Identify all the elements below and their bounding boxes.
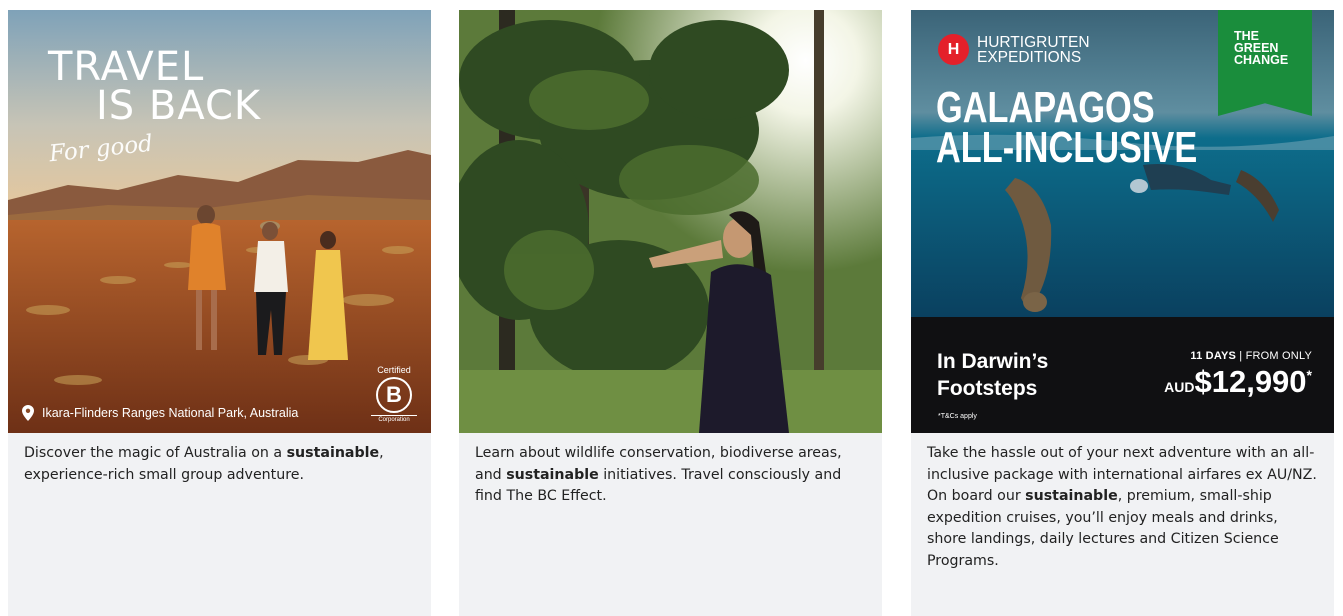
green-change-badge: THE GREEN CHANGE — [1218, 10, 1312, 116]
australia-promo-image[interactable]: TRAVEL IS BACK For good Ikara-Flinders R… — [8, 10, 431, 433]
price-currency: AUD — [1164, 379, 1195, 395]
offer-band: In Darwin’s Footsteps *T&Cs apply 11 DAY… — [911, 317, 1334, 433]
b-corp-corporation-text: Corporation — [371, 415, 417, 423]
price-value: $12,990 — [1194, 364, 1307, 399]
brand-name-line-2: EXPEDITIONS — [977, 48, 1082, 66]
promo-card-galapagos[interactable]: H HURTIGRUTEN EXPEDITIONS THE GREEN CHAN… — [911, 10, 1334, 616]
map-pin-icon — [22, 405, 34, 421]
offer-price: AUD$12,990* — [1164, 364, 1312, 400]
caption-text: Discover the magic of Australia on a — [24, 445, 287, 461]
caption-bold-text: sustainable — [286, 445, 380, 461]
headline-line-2: IS BACK — [96, 83, 262, 129]
caption-bold-text: sustainable — [1025, 488, 1118, 504]
brand-name-line-1: HURTIGRUTEN — [977, 33, 1090, 51]
galapagos-promo-image[interactable]: H HURTIGRUTEN EXPEDITIONS THE GREEN CHAN… — [911, 10, 1334, 433]
hurtigruten-logo: H HURTIGRUTEN EXPEDITIONS — [938, 34, 1090, 65]
conservation-promo-image[interactable] — [459, 10, 882, 433]
b-corp-badge: Certified B Corporation — [371, 365, 417, 423]
duration-days: 11 DAYS — [1190, 350, 1237, 362]
card-caption: Discover the magic of Australia on a sus… — [8, 433, 431, 486]
promo-card-conservation[interactable]: Learn about wildlife conservation, biodi… — [459, 10, 882, 616]
location-text: Ikara-Flinders Ranges National Park, Aus… — [42, 406, 299, 420]
offer-title: In Darwin’s Footsteps — [937, 350, 1049, 400]
terms-note: *T&Cs apply — [938, 413, 977, 420]
caption-bold-text: sustainable — [506, 466, 599, 483]
location-label: Ikara-Flinders Ranges National Park, Aus… — [22, 405, 298, 421]
promo-card-grid: TRAVEL IS BACK For good Ikara-Flinders R… — [0, 0, 1343, 616]
from-only-label: FROM ONLY — [1245, 350, 1312, 362]
headline-line-2: ALL-INCLUSIVE — [936, 123, 1198, 172]
hurtigruten-logo-icon: H — [938, 34, 969, 65]
promo-card-australia[interactable]: TRAVEL IS BACK For good Ikara-Flinders R… — [8, 10, 431, 616]
card-caption: Take the hassle out of your next adventu… — [911, 433, 1334, 572]
galapagos-headline: GALAPAGOS ALL-INCLUSIVE — [936, 83, 1198, 172]
b-corp-certified-text: Certified — [377, 365, 411, 375]
price-asterisk: * — [1306, 367, 1312, 383]
b-corp-logo-icon: B — [376, 377, 412, 413]
travel-is-back-headline: TRAVEL IS BACK — [48, 47, 262, 129]
green-badge-line-3: CHANGE — [1234, 53, 1289, 67]
offer-duration: 11 DAYS | FROM ONLY — [1190, 350, 1312, 362]
card-caption: Learn about wildlife conservation, biodi… — [459, 433, 882, 508]
forest-scene — [459, 10, 882, 433]
headline-line-1: GALAPAGOS — [936, 83, 1155, 132]
